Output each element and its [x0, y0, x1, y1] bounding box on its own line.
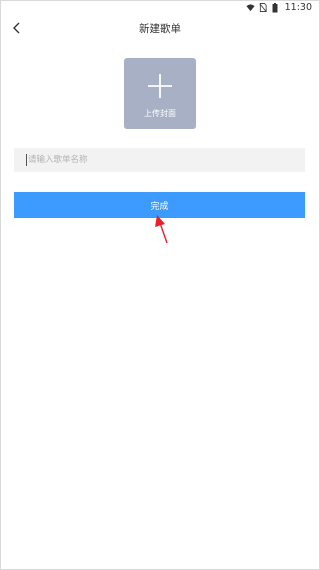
upload-cover-label: 上传封面	[144, 109, 176, 118]
plus-icon	[148, 74, 172, 98]
playlist-name-field	[14, 148, 305, 172]
battery-icon	[272, 2, 281, 12]
status-time: 11:30	[284, 1, 312, 13]
header-bar: 新建歌单	[0, 14, 320, 44]
upload-cover-button[interactable]: 上传封面	[124, 58, 196, 129]
wifi-icon	[246, 3, 255, 12]
no-sim-icon	[259, 2, 268, 12]
page-title: 新建歌单	[139, 23, 181, 35]
playlist-name-input[interactable]	[28, 148, 298, 172]
text-cursor	[26, 154, 27, 166]
annotation-arrow-icon	[152, 214, 172, 246]
status-bar: 11:30	[0, 0, 320, 14]
